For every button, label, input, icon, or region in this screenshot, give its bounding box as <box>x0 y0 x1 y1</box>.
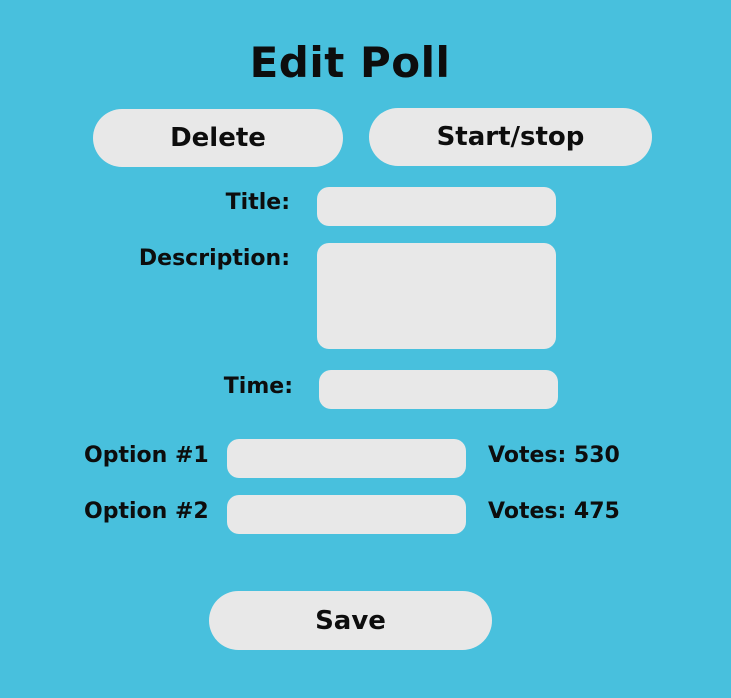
time-input[interactable] <box>319 370 558 409</box>
start-stop-button[interactable]: Start/stop <box>369 108 652 166</box>
option-1-votes: Votes: 530 <box>488 443 620 468</box>
description-label: Description: <box>138 246 290 271</box>
option-2-label: Option #2 <box>84 499 209 524</box>
title-label: Title: <box>225 190 290 215</box>
option-1-input[interactable] <box>227 439 466 478</box>
delete-button[interactable]: Delete <box>93 109 343 167</box>
description-textarea[interactable] <box>317 243 556 349</box>
option-1-label: Option #1 <box>84 443 209 468</box>
page-title: Edit Poll <box>249 38 451 87</box>
save-button[interactable]: Save <box>209 591 492 650</box>
title-input[interactable] <box>317 187 556 226</box>
time-label: Time: <box>223 374 293 399</box>
option-2-input[interactable] <box>227 495 466 534</box>
option-2-votes: Votes: 475 <box>488 499 620 524</box>
